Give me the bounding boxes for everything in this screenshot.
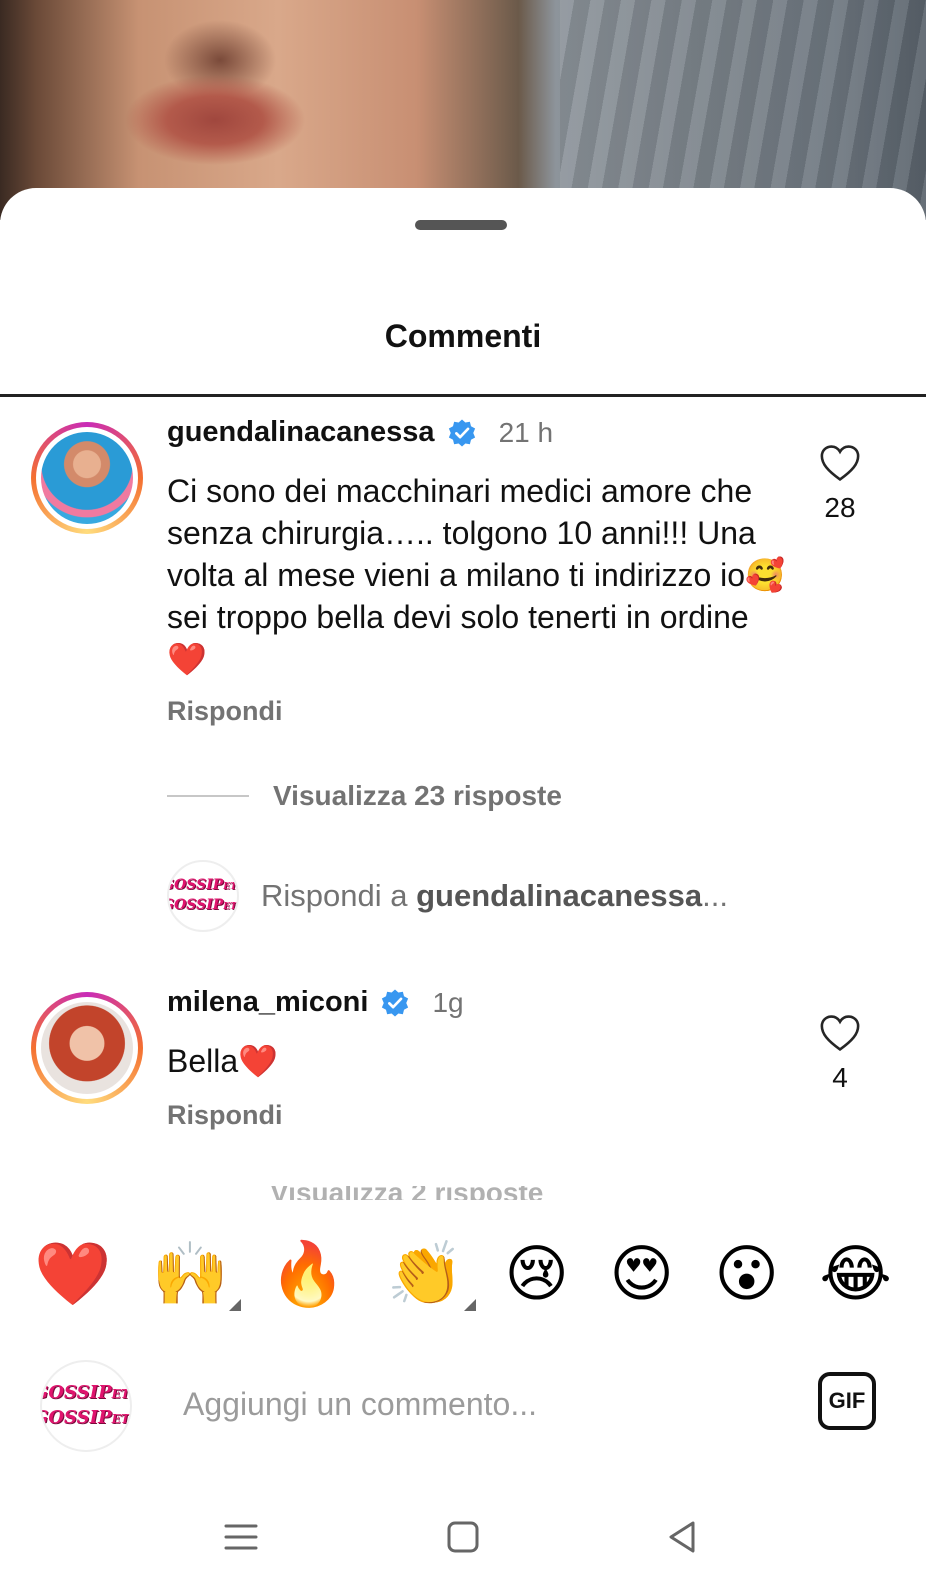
view-replies-button[interactable]: Visualizza 2 risposte <box>270 1186 543 1200</box>
home-square-icon <box>447 1521 479 1553</box>
menu-button[interactable] <box>218 1514 264 1560</box>
heart-icon <box>820 1015 860 1052</box>
reply-button[interactable]: Rispondi <box>167 696 283 727</box>
clapping-emoji-button[interactable]: 👏 <box>387 1243 477 1311</box>
header-divider <box>0 394 926 397</box>
current-user-avatar: GOSSIPETV GOSSIPETV <box>167 860 239 932</box>
view-replies-label: Visualizza 2 risposte <box>270 1186 543 1200</box>
add-comment-input[interactable] <box>183 1376 743 1432</box>
heart-emoji-button[interactable]: ❤️ <box>34 1243 111 1305</box>
verified-badge-icon <box>382 989 409 1016</box>
home-button[interactable] <box>440 1514 486 1560</box>
comment-time: 1g <box>432 986 464 1018</box>
post-photo-background <box>0 0 926 220</box>
drag-handle[interactable] <box>415 220 507 230</box>
emoji-reaction-bar: ❤️ 🙌 🔥 👏 😢 😍 😮 😂 <box>0 1214 926 1334</box>
sheet-title: Commenti <box>384 318 542 354</box>
logo-text: GOSSIPETV <box>167 877 237 893</box>
profile-photo <box>41 1002 133 1094</box>
view-replies-button[interactable]: Visualizza 23 risposte <box>167 780 562 812</box>
crying-emoji-button[interactable]: 😢 <box>504 1243 569 1305</box>
logo-text: GOSSIPETV <box>167 897 237 913</box>
comment-text: Bella❤️ <box>167 1043 278 1079</box>
back-button[interactable] <box>660 1514 706 1560</box>
heart-eyes-emoji-button[interactable]: 😍 <box>609 1243 674 1305</box>
comment-time: 21 h <box>498 416 554 448</box>
back-triangle-icon <box>669 1521 695 1553</box>
heart-icon <box>820 445 860 482</box>
replies-line <box>167 795 249 797</box>
logo-text: GOSSIPETV <box>40 1407 130 1428</box>
logo-text: GOSSIPETV <box>40 1382 130 1403</box>
skin-tone-indicator <box>464 1299 477 1311</box>
current-user-avatar: GOSSIPETV GOSSIPETV <box>40 1360 132 1452</box>
raising-hands-emoji-button[interactable]: 🙌 <box>152 1243 241 1311</box>
add-comment-row: GOSSIPETV GOSSIPETV GIF <box>0 1350 926 1460</box>
reply-button[interactable]: Rispondi <box>167 1100 283 1131</box>
avatar[interactable] <box>31 992 143 1104</box>
avatar[interactable] <box>31 422 143 534</box>
verified-badge-icon <box>448 419 475 446</box>
reply-placeholder[interactable]: Rispondi a guendalinacanessa... <box>261 878 728 914</box>
like-count: 4 <box>832 1062 848 1093</box>
surprised-emoji-button[interactable]: 😮 <box>714 1243 779 1305</box>
reply-input-row[interactable]: GOSSIPETV GOSSIPETV Rispondi a guendalin… <box>167 860 728 932</box>
profile-photo <box>41 432 133 524</box>
system-navigation-bar <box>0 1478 926 1588</box>
like-count: 28 <box>824 492 856 523</box>
like-button[interactable]: 4 <box>810 1014 870 1094</box>
fire-emoji-button[interactable]: 🔥 <box>269 1243 346 1305</box>
view-replies-label: Visualizza 23 risposte <box>273 780 562 811</box>
comment-username[interactable]: milena_miconi <box>167 986 368 1019</box>
comment-username[interactable]: guendalinacanessa <box>167 416 435 449</box>
comment-text: Ci sono dei macchinari medici amore che … <box>167 473 785 677</box>
skin-tone-indicator <box>228 1299 241 1311</box>
laughing-emoji-button[interactable]: 😂 <box>819 1243 891 1305</box>
like-button[interactable]: 28 <box>810 444 870 524</box>
gif-button[interactable]: GIF <box>818 1372 876 1430</box>
menu-icon <box>224 1524 258 1550</box>
